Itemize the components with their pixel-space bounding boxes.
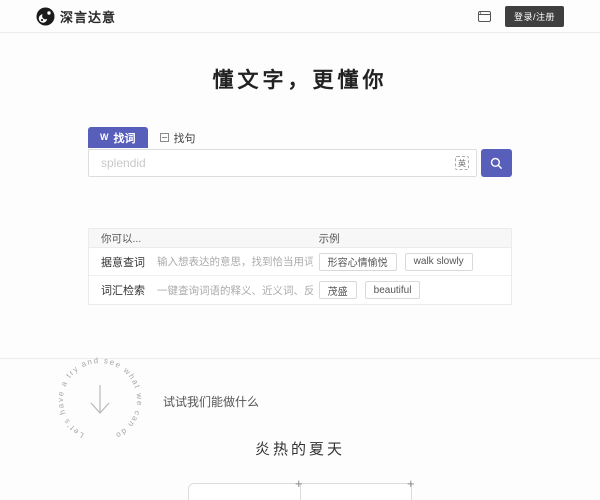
plus-mark-icon: + [407, 477, 415, 490]
table-row: 据意查词 输入想表达的意思，找到恰当用词 形容心情愉悦 walk slowly [89, 248, 511, 276]
wantwords-icon: W [100, 133, 109, 142]
example-tag[interactable]: walk slowly [405, 253, 473, 271]
plus-mark-icon: + [295, 477, 303, 490]
down-arrow-icon [91, 385, 109, 413]
search-button[interactable] [481, 149, 512, 177]
table-row: 词汇检索 一键查询词语的释义、近义词、反义词、联想词等 茂盛 beautiful [89, 276, 511, 304]
search-area: W 找词 找句 英 [88, 127, 512, 177]
search-row: 英 [88, 149, 512, 177]
search-icon [490, 157, 503, 170]
column-header-examples: 示例 [313, 231, 511, 246]
examples-table: 你可以... 示例 据意查词 输入想表达的意思，找到恰当用词 形容心情愉悦 wa… [88, 228, 512, 305]
tab-find-word-label: 找词 [114, 130, 136, 146]
header-right: 登录/注册 [478, 6, 564, 27]
search-tabs: W 找词 找句 [88, 127, 512, 148]
tab-find-word[interactable]: W 找词 [88, 127, 148, 148]
example-tag[interactable]: 形容心情愉悦 [319, 253, 397, 271]
feature-description: 输入想表达的意思，找到恰当用词 [157, 254, 313, 269]
result-cards: + + [188, 483, 412, 500]
search-input[interactable] [88, 149, 477, 177]
login-register-button[interactable]: 登录/注册 [505, 6, 564, 27]
feature-label: 据意查词 [101, 254, 145, 270]
brand[interactable]: 深言达意 [36, 7, 116, 26]
brand-logo-icon [36, 7, 55, 26]
browser-extension-icon[interactable] [478, 11, 491, 22]
example-tag[interactable]: beautiful [365, 281, 421, 299]
wantquotes-icon [160, 133, 169, 142]
examples-table-header: 你可以... 示例 [89, 229, 511, 248]
tab-find-sentence[interactable]: 找句 [148, 127, 208, 148]
brand-name: 深言达意 [60, 7, 116, 26]
page: 深言达意 登录/注册 懂文字，更懂你 W 找词 找句 [0, 0, 600, 500]
feature-label: 词汇检索 [101, 282, 145, 298]
try-hint-text: 试试我们能做什么 [163, 393, 259, 410]
tab-find-sentence-label: 找句 [174, 130, 196, 146]
example-query-title: 炎热的夏天 [0, 438, 600, 459]
example-tag[interactable]: 茂盛 [319, 281, 357, 299]
app-header: 深言达意 登录/注册 [0, 0, 600, 33]
hero-title: 懂文字，更懂你 [0, 64, 600, 94]
column-header-you-can: 你可以... [89, 231, 313, 246]
language-toggle[interactable]: 英 [455, 156, 469, 170]
feature-description: 一键查询词语的释义、近义词、反义词、联想词等 [157, 283, 313, 298]
search-input-wrap: 英 [88, 149, 477, 177]
